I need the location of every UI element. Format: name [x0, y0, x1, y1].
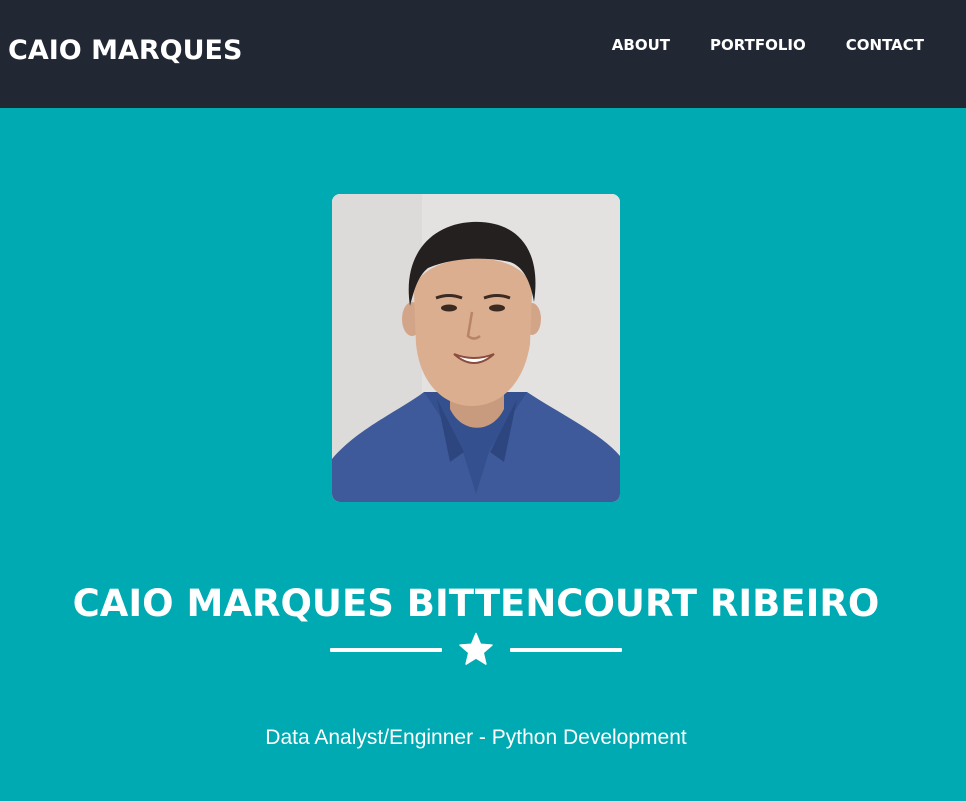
divider-line-left — [330, 648, 442, 652]
divider-line-right — [510, 648, 622, 652]
brand-link[interactable]: CAIO MARQUES — [8, 33, 242, 69]
nav-links: ABOUT PORTFOLIO CONTACT — [592, 34, 924, 56]
navbar: CAIO MARQUES ABOUT PORTFOLIO CONTACT — [0, 0, 966, 108]
masthead-heading: CAIO MARQUES BITTENCOURT RIBEIRO — [72, 581, 880, 625]
nav-link-contact[interactable]: CONTACT — [826, 34, 924, 56]
profile-photo — [332, 194, 620, 502]
profile-photo-illustration — [332, 194, 620, 502]
divider-star — [330, 632, 622, 668]
masthead-subheading: Data Analyst/Enginner - Python Developme… — [265, 726, 687, 749]
nav-link-portfolio[interactable]: PORTFOLIO — [690, 34, 826, 56]
nav-link-about[interactable]: ABOUT — [592, 34, 690, 56]
star-icon — [459, 632, 493, 665]
